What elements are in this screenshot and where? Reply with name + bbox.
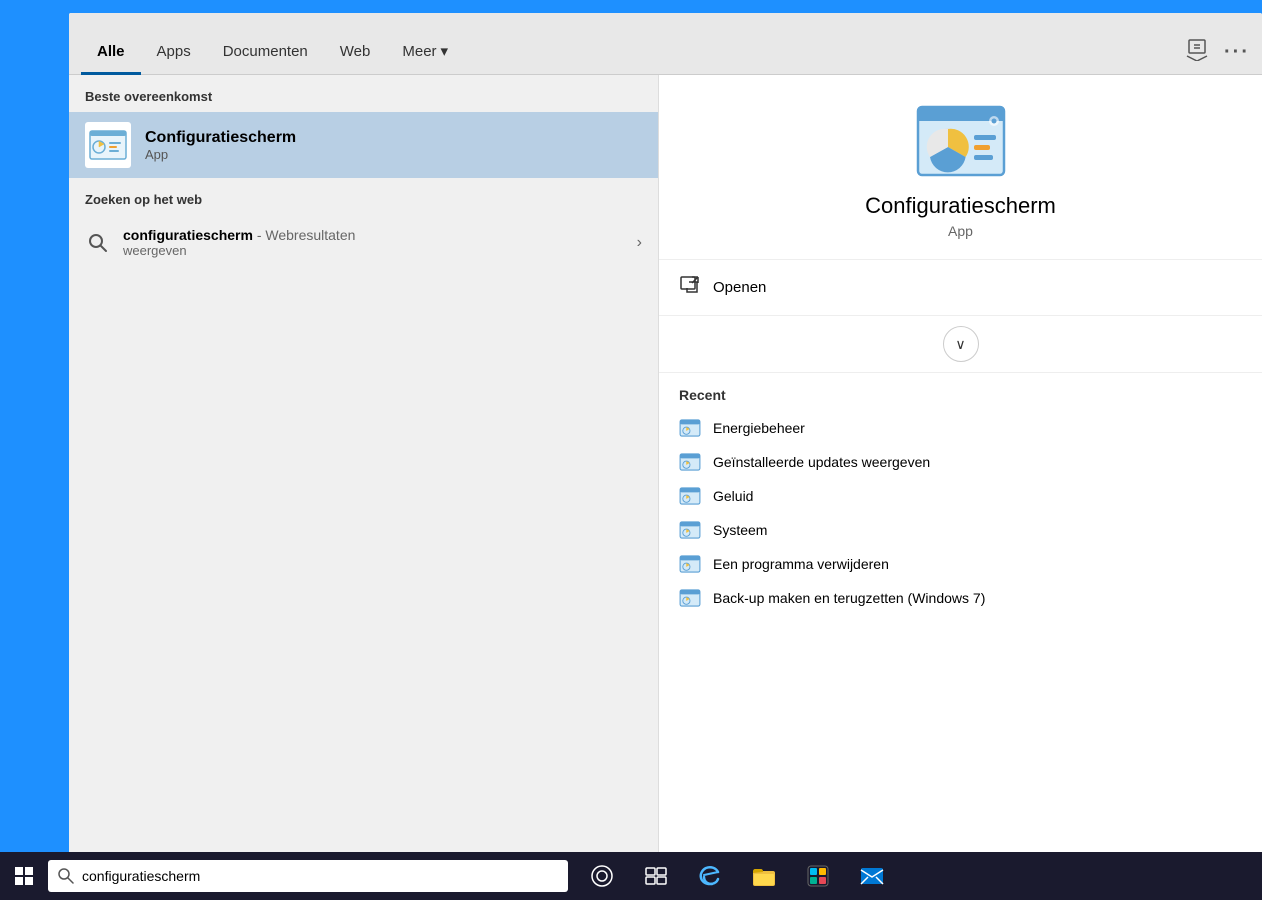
file-explorer-button[interactable] xyxy=(738,852,790,900)
taskbar-search-bar[interactable]: configuratiescherm xyxy=(48,860,568,892)
windows-icon xyxy=(14,866,34,886)
recent-item-label-6: Back-up maken en terugzetten (Windows 7) xyxy=(713,590,985,606)
tabs-right-actions: ··· xyxy=(1186,39,1250,74)
recent-section: Recent Energiebeheer xyxy=(659,373,1262,623)
taskbar-search-text: configuratiescherm xyxy=(82,868,200,884)
taskbar-icons xyxy=(576,852,898,900)
web-search-label: Zoeken op het web xyxy=(69,178,658,215)
edge-button[interactable] xyxy=(684,852,736,900)
recent-item-label-3: Geluid xyxy=(713,488,753,504)
main-content: Beste overeenkomst Configuratiesche xyxy=(69,75,1262,888)
best-match-name: Configuratiescherm xyxy=(145,129,296,147)
recent-item-label-5: Een programma verwijderen xyxy=(713,556,889,572)
recent-item-label-4: Systeem xyxy=(713,522,767,538)
recent-label: Recent xyxy=(679,387,1242,403)
recent-icon-1 xyxy=(679,419,701,437)
best-match-item[interactable]: Configuratiescherm App xyxy=(69,112,658,178)
tab-documenten[interactable]: Documenten xyxy=(207,33,324,75)
tab-web[interactable]: Web xyxy=(324,33,387,75)
recent-item[interactable]: Geluid xyxy=(679,479,1242,513)
recent-item[interactable]: Energiebeheer xyxy=(679,411,1242,445)
app-icon-small-container xyxy=(85,122,131,168)
recent-icon-5 xyxy=(679,555,701,573)
app-detail-type: App xyxy=(948,223,973,239)
task-view-button[interactable] xyxy=(630,852,682,900)
store-icon xyxy=(807,865,829,887)
best-match-label: Beste overeenkomst xyxy=(69,75,658,112)
best-match-text: Configuratiescherm App xyxy=(145,129,296,162)
search-icon xyxy=(85,230,111,256)
open-icon xyxy=(679,274,701,301)
cortana-button[interactable] xyxy=(576,852,628,900)
expand-button[interactable]: ∨ xyxy=(943,326,979,362)
chevron-right-icon: › xyxy=(637,234,642,252)
taskbar-search-icon xyxy=(58,868,74,884)
app-detail-header: Configuratiescherm App xyxy=(659,75,1262,260)
app-detail-name: Configuratiescherm xyxy=(865,193,1056,219)
taskbar: configuratiescherm xyxy=(0,852,1262,900)
web-search-text: configuratiescherm - Webresultaten weerg… xyxy=(123,227,625,258)
right-panel: Configuratiescherm App Openen xyxy=(659,75,1262,888)
recent-item[interactable]: Geïnstalleerde updates weergeven xyxy=(679,445,1242,479)
open-label: Openen xyxy=(713,279,766,296)
control-panel-icon-large xyxy=(916,105,1006,177)
search-window: Alle Apps Documenten Web Meer ▾ ··· Best… xyxy=(69,13,1262,888)
cortana-icon xyxy=(590,864,614,888)
chevron-down-icon: ▾ xyxy=(441,42,449,60)
left-panel: Beste overeenkomst Configuratiesche xyxy=(69,75,659,888)
store-button[interactable] xyxy=(792,852,844,900)
tab-alle[interactable]: Alle xyxy=(81,33,141,75)
recent-icon-3 xyxy=(679,487,701,505)
start-button[interactable] xyxy=(0,852,48,900)
tab-apps[interactable]: Apps xyxy=(141,33,207,75)
recent-item-label-2: Geïnstalleerde updates weergeven xyxy=(713,454,930,470)
recent-item[interactable]: Systeem xyxy=(679,513,1242,547)
recent-item[interactable]: Back-up maken en terugzetten (Windows 7) xyxy=(679,581,1242,615)
recent-item-label-1: Energiebeheer xyxy=(713,420,805,436)
mail-icon xyxy=(860,866,884,886)
best-match-type: App xyxy=(145,147,296,162)
recent-icon-6 xyxy=(679,589,701,607)
open-action[interactable]: Openen xyxy=(659,260,1262,316)
user-icon[interactable] xyxy=(1186,39,1208,66)
tab-meer[interactable]: Meer ▾ xyxy=(386,32,464,75)
expand-row: ∨ xyxy=(659,316,1262,373)
more-options-icon[interactable]: ··· xyxy=(1224,41,1250,64)
mail-button[interactable] xyxy=(846,852,898,900)
control-panel-icon-small xyxy=(89,130,127,160)
file-explorer-icon xyxy=(752,865,776,887)
recent-icon-4 xyxy=(679,521,701,539)
chevron-down-icon: ∨ xyxy=(955,336,965,353)
web-search-item[interactable]: configuratiescherm - Webresultaten weerg… xyxy=(69,215,658,270)
recent-icon-2 xyxy=(679,453,701,471)
task-view-icon xyxy=(645,865,667,887)
recent-item[interactable]: Een programma verwijderen xyxy=(679,547,1242,581)
tabs-bar: Alle Apps Documenten Web Meer ▾ ··· xyxy=(69,13,1262,75)
edge-icon xyxy=(698,864,722,888)
